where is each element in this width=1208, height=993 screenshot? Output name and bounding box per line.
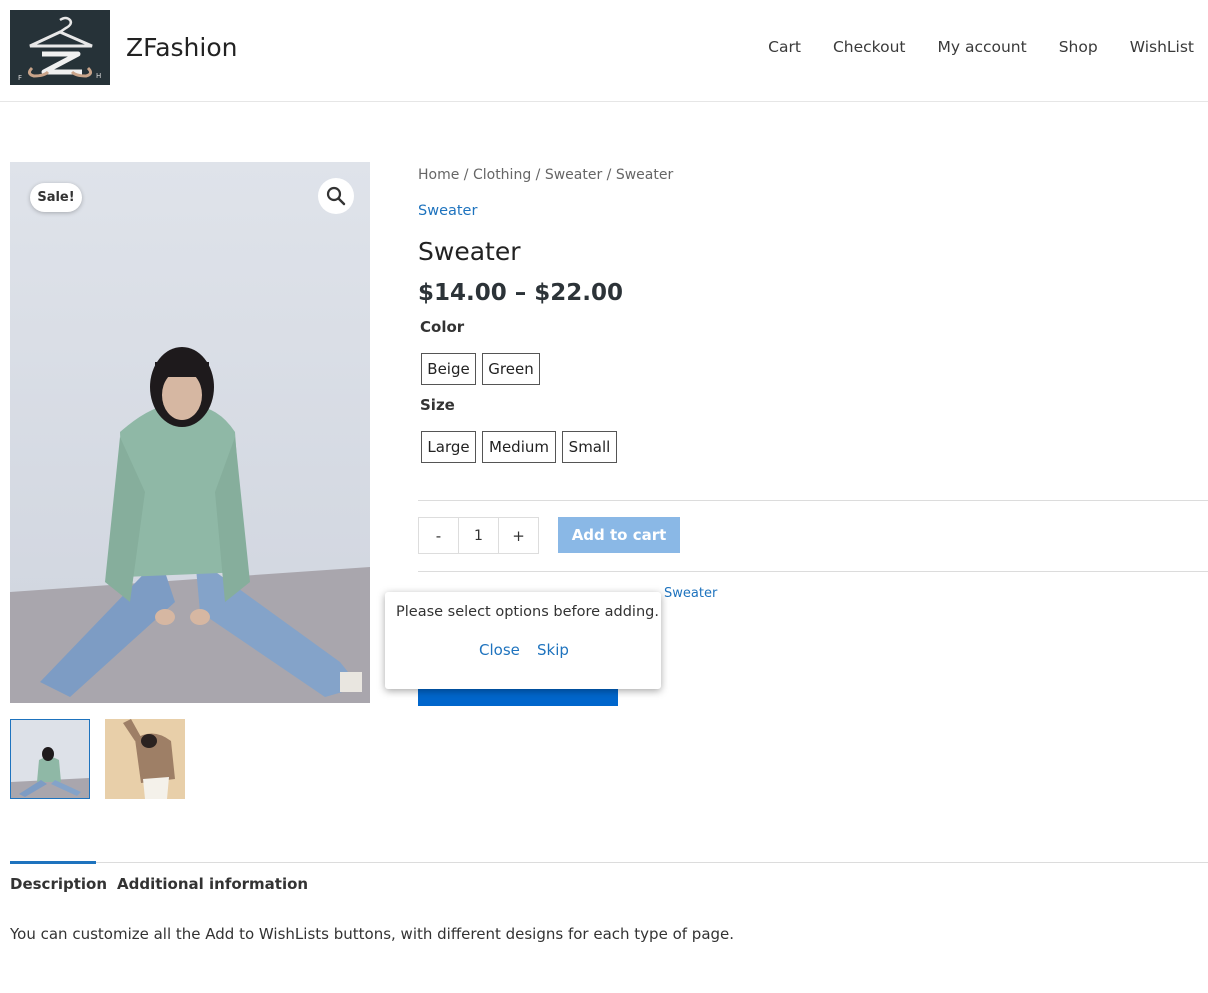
divider — [418, 571, 1208, 572]
product-category-link[interactable]: Sweater — [418, 203, 477, 219]
tab-description[interactable]: Description — [10, 875, 107, 893]
tabs-divider — [10, 862, 1208, 863]
site-logo[interactable]: F H — [10, 10, 110, 85]
divider — [418, 500, 1208, 501]
nav-shop[interactable]: Shop — [1059, 38, 1098, 56]
site-header: F H ZFashion Cart Checkout My account Sh… — [0, 0, 1208, 102]
popup-skip-link[interactable]: Skip — [537, 641, 569, 659]
product-photo — [10, 162, 370, 703]
description-text: You can customize all the Add to WishLis… — [10, 925, 735, 943]
size-swatch-small[interactable]: Small — [562, 431, 617, 463]
gallery-thumbnail-2[interactable] — [105, 719, 185, 799]
site-title[interactable]: ZFashion — [126, 33, 238, 62]
sale-badge: Sale! — [30, 183, 82, 212]
nav-my-account[interactable]: My account — [937, 38, 1026, 56]
nav-cart[interactable]: Cart — [768, 38, 801, 56]
zoom-button[interactable] — [318, 178, 354, 214]
nav-wishlist[interactable]: WishList — [1130, 38, 1194, 56]
logo-letter-h: H — [96, 72, 101, 80]
size-label: Size — [420, 396, 455, 414]
color-label: Color — [420, 318, 465, 336]
active-tab-indicator — [10, 861, 96, 864]
popup-message: Please select options before adding. — [396, 604, 659, 620]
thumbnail-photo — [11, 720, 89, 798]
quantity-stepper: - 1 + — [418, 517, 539, 554]
size-swatch-large[interactable]: Large — [421, 431, 476, 463]
popup-close-link[interactable]: Close — [479, 641, 520, 659]
nav-checkout[interactable]: Checkout — [833, 38, 906, 56]
product-title: Sweater — [418, 237, 521, 266]
qty-plus-button[interactable]: + — [499, 518, 538, 553]
qty-minus-button[interactable]: - — [419, 518, 458, 553]
tab-additional-information[interactable]: Additional information — [117, 875, 308, 893]
product-price: $14.00 – $22.00 — [418, 280, 624, 306]
hanger-logo-icon: F H — [10, 10, 110, 85]
meta-category-link[interactable]: Sweater — [664, 586, 717, 601]
options-required-popup: Please select options before adding. Clo… — [385, 592, 661, 689]
thumbnail-photo — [105, 719, 185, 799]
color-swatch-green[interactable]: Green — [482, 353, 540, 385]
gallery-thumbnail-1[interactable] — [10, 719, 90, 799]
logo-letter-f: F — [18, 74, 22, 82]
magnifier-icon — [326, 186, 346, 206]
product-main-image[interactable] — [10, 162, 370, 703]
breadcrumb[interactable]: Home / Clothing / Sweater / Sweater — [418, 167, 673, 183]
main-nav: Cart Checkout My account Shop WishList — [736, 38, 1194, 56]
color-swatch-beige[interactable]: Beige — [421, 353, 476, 385]
add-to-cart-button[interactable]: Add to cart — [558, 517, 680, 553]
size-swatch-medium[interactable]: Medium — [482, 431, 556, 463]
qty-input[interactable]: 1 — [458, 518, 499, 553]
